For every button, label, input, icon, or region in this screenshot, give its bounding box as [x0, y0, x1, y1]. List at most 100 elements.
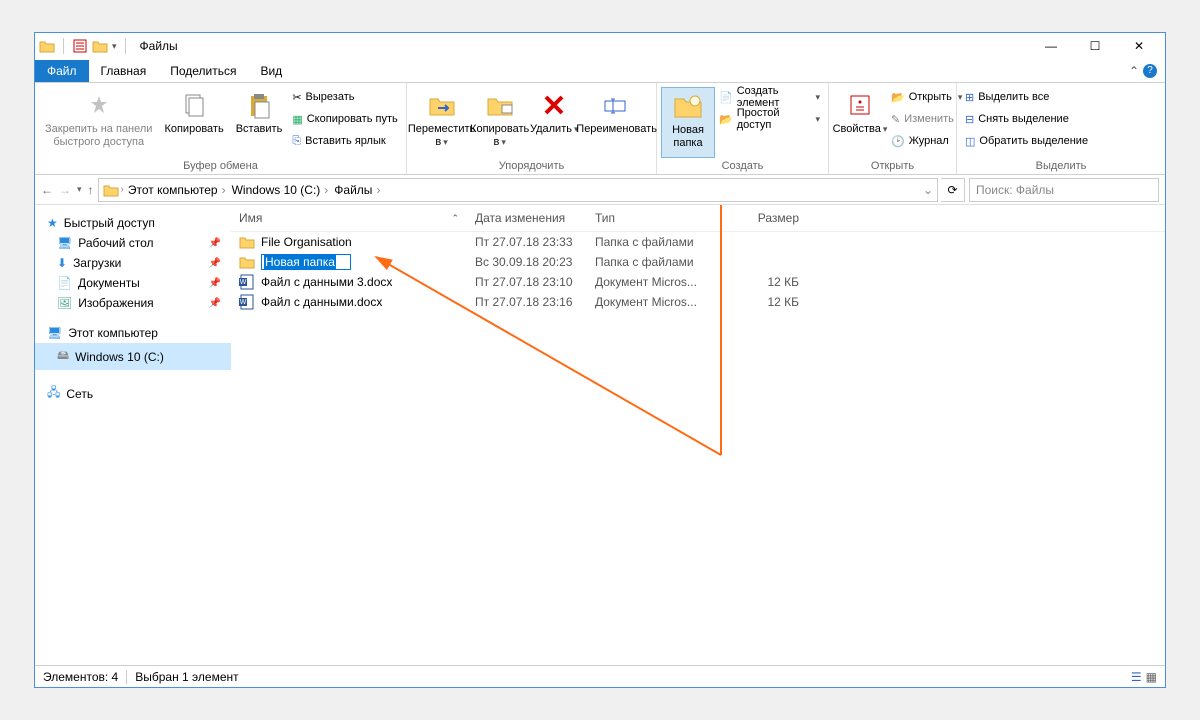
- close-button[interactable]: ✕: [1117, 33, 1161, 59]
- ribbon-group-new-label: Создать: [657, 158, 828, 174]
- status-selected: Выбран 1 элемент: [135, 670, 238, 684]
- file-row-renaming[interactable]: Новая папка Вс 30.09.18 20:23 Папка с фа…: [231, 252, 1165, 272]
- file-row[interactable]: File Organisation Пт 27.07.18 23:33 Папк…: [231, 232, 1165, 252]
- pin-icon: 📌: [209, 298, 221, 309]
- breadcrumb[interactable]: › Этот компьютер Windows 10 (C:) Файлы ⌄: [98, 178, 938, 202]
- new-item-button[interactable]: 📄Создать элемент: [719, 87, 820, 107]
- documents-icon: 📄: [57, 276, 72, 290]
- rename-button[interactable]: Переименовать: [581, 87, 652, 158]
- column-size[interactable]: Размер: [717, 205, 807, 231]
- statusbar: Элементов: 4 Выбран 1 элемент ☰ ▦: [35, 665, 1165, 687]
- file-row[interactable]: WФайл с данными.docx Пт 27.07.18 23:16 Д…: [231, 292, 1165, 312]
- pin-icon: 📌: [209, 278, 221, 289]
- copy-path-button[interactable]: ▦Скопировать путь: [292, 109, 397, 129]
- cut-button[interactable]: ✂Вырезать: [292, 87, 397, 107]
- column-type[interactable]: Тип: [587, 205, 717, 231]
- tab-file[interactable]: Файл: [35, 60, 89, 82]
- select-none-button[interactable]: ⊟Снять выделение: [965, 109, 1088, 129]
- navbar: ← → ▾ ↑ › Этот компьютер Windows 10 (C:)…: [35, 175, 1165, 205]
- invert-selection-button[interactable]: ◫Обратить выделение: [965, 131, 1088, 151]
- paste-shortcut-button[interactable]: ⎘Вставить ярлык: [292, 131, 397, 151]
- history-button[interactable]: 🕑Журнал: [891, 131, 962, 151]
- sidebar-drive-c[interactable]: 🖴Windows 10 (C:): [35, 343, 231, 370]
- network-icon: 🖧: [47, 383, 60, 404]
- copy-button[interactable]: Копировать: [158, 87, 229, 158]
- ribbon-tabs: Файл Главная Поделиться Вид ⌃ ?: [35, 59, 1165, 83]
- refresh-button[interactable]: ⟳: [941, 178, 965, 202]
- invert-icon: ◫: [965, 135, 975, 148]
- rename-icon: [601, 89, 633, 121]
- folder-icon: [103, 182, 119, 198]
- recent-locations-button[interactable]: ▾: [77, 184, 82, 195]
- pictures-icon: 🖼: [57, 296, 72, 310]
- window-title: Файлы: [140, 39, 178, 53]
- back-button[interactable]: ←: [41, 183, 53, 197]
- new-folder-button[interactable]: Новая папка: [661, 87, 715, 158]
- copy-to-icon: [484, 89, 516, 121]
- svg-text:W: W: [240, 279, 247, 286]
- ribbon-group-select-label: Выделить: [957, 158, 1165, 174]
- sidebar-pictures[interactable]: 🖼Изображения📌: [35, 293, 231, 313]
- sidebar-documents[interactable]: 📄Документы📌: [35, 273, 231, 293]
- open-icon: 📂: [891, 91, 905, 104]
- tab-home[interactable]: Главная: [89, 60, 159, 82]
- explorer-window: ▾ Файлы — ☐ ✕ Файл Главная Поделиться Ви…: [34, 32, 1166, 688]
- column-name[interactable]: Имя⌃: [231, 205, 467, 231]
- pin-icon: [83, 89, 115, 121]
- pin-icon: 📌: [209, 258, 221, 269]
- select-none-icon: ⊟: [965, 113, 974, 126]
- delete-button[interactable]: Удалить: [527, 87, 581, 158]
- easy-access-icon: 📂: [719, 113, 733, 126]
- sidebar-quick-access[interactable]: ★Быстрый доступ: [35, 213, 231, 233]
- copy-to-button[interactable]: Копировать в: [472, 87, 527, 158]
- titlebar: ▾ Файлы — ☐ ✕: [35, 33, 1165, 59]
- up-button[interactable]: ↑: [88, 183, 94, 197]
- view-large-icons-icon[interactable]: ▦: [1146, 670, 1157, 684]
- scissors-icon: ✂: [292, 91, 301, 104]
- qat-properties-icon[interactable]: [72, 38, 88, 54]
- tab-view[interactable]: Вид: [248, 60, 294, 82]
- easy-access-button[interactable]: 📂Простой доступ: [719, 109, 820, 129]
- file-row[interactable]: WФайл с данными 3.docx Пт 27.07.18 23:10…: [231, 272, 1165, 292]
- delete-icon: [538, 89, 570, 121]
- ribbon-group-organize-label: Упорядочить: [407, 158, 656, 174]
- folder-icon: [239, 235, 255, 249]
- minimize-button[interactable]: —: [1029, 33, 1073, 59]
- sidebar-desktop[interactable]: 🖥Рабочий стол📌: [35, 233, 231, 253]
- column-date[interactable]: Дата изменения: [467, 205, 587, 231]
- select-all-icon: ⊞: [965, 91, 974, 104]
- word-doc-icon: W: [239, 274, 255, 290]
- tab-share[interactable]: Поделиться: [158, 60, 248, 82]
- qat-newfolder-icon[interactable]: [92, 38, 108, 54]
- sidebar-network[interactable]: 🖧Сеть: [35, 380, 231, 407]
- sidebar-downloads[interactable]: ⬇Загрузки📌: [35, 253, 231, 273]
- address-dropdown-icon[interactable]: ⌄: [923, 183, 933, 197]
- history-icon: 🕑: [891, 135, 905, 148]
- maximize-button[interactable]: ☐: [1073, 33, 1117, 59]
- view-details-icon[interactable]: ☰: [1131, 670, 1142, 684]
- paste-icon: [243, 89, 275, 121]
- open-button[interactable]: 📂Открыть: [891, 87, 962, 107]
- help-icon[interactable]: ?: [1143, 64, 1157, 78]
- select-all-button[interactable]: ⊞Выделить все: [965, 87, 1088, 107]
- properties-button[interactable]: Свойства: [833, 87, 887, 158]
- rename-input[interactable]: Новая папка: [261, 254, 351, 270]
- edit-button[interactable]: ✎Изменить: [891, 109, 962, 129]
- qat-dropdown-icon[interactable]: ▾: [112, 41, 117, 52]
- svg-text:W: W: [240, 299, 247, 306]
- folder-icon: [39, 38, 55, 54]
- crumb-folder[interactable]: Файлы: [332, 183, 382, 197]
- crumb-drive[interactable]: Windows 10 (C:): [230, 183, 331, 197]
- collapse-ribbon-icon[interactable]: ⌃: [1129, 64, 1139, 78]
- ribbon: Закрепить на панели быстрого доступа Коп…: [35, 83, 1165, 175]
- forward-button[interactable]: →: [59, 183, 71, 197]
- ribbon-group-clipboard-label: Буфер обмена: [35, 158, 406, 174]
- drive-icon: 🖴: [57, 346, 69, 367]
- paste-button[interactable]: Вставить: [230, 87, 289, 158]
- crumb-this-pc[interactable]: Этот компьютер: [126, 183, 228, 197]
- pin-to-quick-access-button[interactable]: Закрепить на панели быстрого доступа: [39, 87, 158, 158]
- search-input[interactable]: Поиск: Файлы: [969, 178, 1159, 202]
- move-to-button[interactable]: Переместить в: [411, 87, 472, 158]
- sidebar-this-pc[interactable]: 🖥Этот компьютер: [35, 323, 231, 343]
- edit-icon: ✎: [891, 113, 900, 126]
